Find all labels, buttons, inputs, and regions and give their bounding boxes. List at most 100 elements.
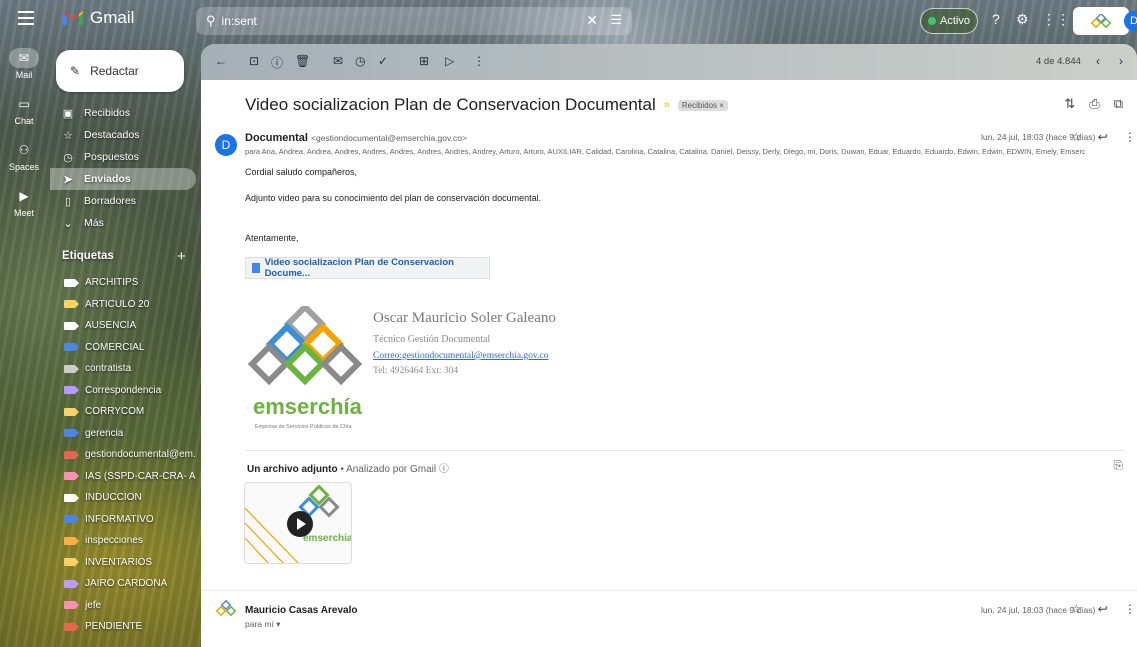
sender-name[interactable]: Documental bbox=[245, 132, 308, 144]
add-label-icon[interactable]: + bbox=[177, 248, 186, 265]
open-new-window-icon[interactable]: ⧉ bbox=[1114, 96, 1123, 112]
more-vert-icon[interactable]: ⋮ bbox=[1124, 130, 1136, 144]
message-panel: ← ⊡ ⓘ 🗑 ✉ ◷ ✓ ⊞ ▷ ⋮ 4 de 4.844 ‹ › Video… bbox=[201, 44, 1137, 647]
recipients-list[interactable]: para Ana, Andrea, Andrea, Andres, Andres… bbox=[245, 147, 1085, 156]
nav-label: Recibidos bbox=[84, 107, 131, 119]
attachments-header: Un archivo adjunto • Analizado por Gmail… bbox=[247, 460, 449, 475]
expand-all-icon[interactable]: ⇅ bbox=[1064, 96, 1075, 112]
label-item[interactable]: contratista bbox=[50, 358, 196, 380]
signature-email-link[interactable]: Correo:gestiondocumental@emserchia.gov.c… bbox=[373, 351, 548, 361]
drive-attachment-link[interactable]: Video socializacion Plan de Conservacion… bbox=[245, 257, 490, 279]
nav-item-snoozed[interactable]: ◷ Pospuestos bbox=[50, 146, 196, 168]
label-item[interactable]: CORRYCOM bbox=[50, 401, 196, 423]
sender2-avatar[interactable] bbox=[215, 599, 237, 622]
more-vert-icon[interactable]: ⋮ bbox=[1124, 602, 1136, 616]
drive-link-text: Video socializacion Plan de Conservacion… bbox=[264, 257, 454, 279]
label-text: gerencia bbox=[85, 427, 124, 439]
search-options-icon[interactable]: ☰ bbox=[610, 12, 622, 28]
mark-unread-icon[interactable]: ✉ bbox=[333, 54, 343, 68]
search-bar[interactable]: ⚲ in:sent ✕ ☰ bbox=[196, 7, 632, 35]
label-item[interactable]: inspecciones bbox=[50, 530, 196, 552]
sender-avatar[interactable]: D bbox=[215, 134, 237, 156]
print-icon[interactable]: ⎙ bbox=[1089, 96, 1099, 112]
chevron-down-icon: ⌄ bbox=[63, 217, 73, 230]
video-attachment-thumbnail[interactable]: emserchia bbox=[244, 482, 352, 564]
label-text: gestiondocumental@em... bbox=[85, 449, 196, 461]
account-avatar[interactable]: D bbox=[1124, 11, 1137, 31]
settings-icon[interactable]: ⚙ bbox=[1016, 11, 1029, 28]
gmail-logo[interactable]: Gmail bbox=[62, 8, 134, 28]
previous-icon[interactable]: ‹ bbox=[1096, 54, 1100, 68]
rail-item-meet[interactable]: ▶ Meet bbox=[0, 186, 48, 232]
label-item[interactable]: PENDIENTE bbox=[50, 616, 196, 638]
snooze-icon[interactable]: ◷ bbox=[355, 54, 365, 68]
body-greeting: Cordial saludo compañeros, bbox=[245, 167, 358, 177]
rail-label: Chat bbox=[14, 116, 34, 126]
label-item[interactable]: JAIRO CARDONA bbox=[50, 573, 196, 595]
star-icon[interactable]: ☆ bbox=[1071, 602, 1082, 616]
archive-icon[interactable]: ⊡ bbox=[249, 54, 259, 68]
star-icon[interactable]: ☆ bbox=[1071, 130, 1082, 144]
organization-logo[interactable] bbox=[1073, 7, 1129, 35]
label-item[interactable]: AUSENCIA bbox=[50, 315, 196, 337]
message2-actions: ☆ ↩ ⋮ bbox=[1071, 602, 1136, 616]
label-item[interactable]: INDUCCION bbox=[50, 487, 196, 509]
label-item[interactable]: gestiondocumental@em... bbox=[50, 444, 196, 466]
label-text: AUSENCIA bbox=[85, 320, 137, 332]
search-input[interactable]: in:sent bbox=[222, 14, 257, 28]
add-task-icon[interactable]: ✓ bbox=[378, 54, 388, 68]
body-closing: Atentamente, bbox=[245, 233, 299, 243]
top-bar: Gmail ⚲ in:sent ✕ ☰ Activo ? ⚙ ⋮⋮ D bbox=[0, 0, 1137, 40]
nav-item-drafts[interactable]: ▯ Borradores bbox=[50, 190, 196, 212]
label-item[interactable]: Correspondencia bbox=[50, 380, 196, 402]
back-arrow-icon[interactable]: ← bbox=[215, 54, 227, 68]
signature-role: Técnico Gestión Documental bbox=[373, 334, 491, 345]
label-icon[interactable]: ▷ bbox=[445, 54, 454, 68]
rail-item-mail[interactable]: ✉ Mail bbox=[0, 48, 48, 94]
help-icon[interactable]: ? bbox=[992, 11, 1000, 27]
move-to-icon[interactable]: ⊞ bbox=[419, 54, 429, 68]
nav-item-more[interactable]: ⌄ Más bbox=[50, 212, 196, 234]
nav-item-inbox[interactable]: ▣ Recibidos bbox=[50, 102, 196, 124]
play-icon[interactable] bbox=[287, 511, 313, 537]
label-item[interactable]: ARCHITIPS bbox=[50, 272, 196, 294]
delete-icon[interactable]: 🗑 bbox=[295, 54, 310, 68]
label-item[interactable]: ARTICULO 20 bbox=[50, 294, 196, 316]
menu-icon[interactable] bbox=[18, 11, 34, 25]
label-item[interactable]: gerencia bbox=[50, 423, 196, 445]
label-tag-icon bbox=[64, 558, 79, 567]
label-item[interactable]: INVENTARIOS bbox=[50, 552, 196, 574]
label-item[interactable]: jefe bbox=[50, 595, 196, 617]
rail-item-chat[interactable]: ▭ Chat bbox=[0, 94, 48, 140]
label-item[interactable]: COMERCIAL bbox=[50, 337, 196, 359]
more-options-icon[interactable]: ⋮ bbox=[473, 54, 485, 68]
next-icon[interactable]: › bbox=[1119, 54, 1123, 68]
label-item[interactable]: INFORMATIVO bbox=[50, 509, 196, 531]
label-text: INFORMATIVO bbox=[85, 513, 154, 525]
importance-marker-icon[interactable]: » bbox=[664, 99, 670, 111]
reply-icon[interactable]: ↩ bbox=[1098, 130, 1108, 144]
label-chip-inbox[interactable]: Recibidos × bbox=[677, 99, 728, 111]
add-to-drive-icon[interactable]: ⎘ bbox=[1113, 458, 1123, 473]
report-spam-icon[interactable]: ⓘ bbox=[271, 54, 283, 71]
pagination-count: 4 de 4.844 bbox=[1036, 56, 1081, 67]
label-text: ARCHITIPS bbox=[85, 277, 139, 289]
rail-item-spaces[interactable]: ⚇ Spaces bbox=[0, 140, 48, 186]
gmail-m-icon bbox=[62, 10, 84, 26]
labels-header: Etiquetas bbox=[62, 250, 114, 262]
app-name: Gmail bbox=[90, 8, 135, 27]
nav-item-starred[interactable]: ☆ Destacados bbox=[50, 124, 196, 146]
clear-search-icon[interactable]: ✕ bbox=[586, 12, 598, 29]
reply-icon[interactable]: ↩ bbox=[1098, 602, 1108, 616]
compose-button[interactable]: ✎ Redactar bbox=[56, 50, 184, 92]
search-icon[interactable]: ⚲ bbox=[206, 13, 216, 29]
status-selector[interactable]: Activo bbox=[920, 8, 978, 34]
sender2-name[interactable]: Mauricio Casas Arevalo bbox=[245, 605, 357, 616]
apps-grid-icon[interactable]: ⋮⋮ bbox=[1042, 11, 1070, 28]
label-item[interactable]: IAS (SSPD-CAR-CRA- A... bbox=[50, 466, 196, 488]
attachments-title: Un archivo adjunto bbox=[247, 464, 338, 475]
sender2-recipients[interactable]: para mí ▾ bbox=[245, 619, 280, 630]
nav-item-sent[interactable]: ➤ Enviados bbox=[50, 168, 196, 190]
label-text: inspecciones bbox=[85, 535, 143, 547]
draft-icon: ▯ bbox=[64, 195, 72, 208]
